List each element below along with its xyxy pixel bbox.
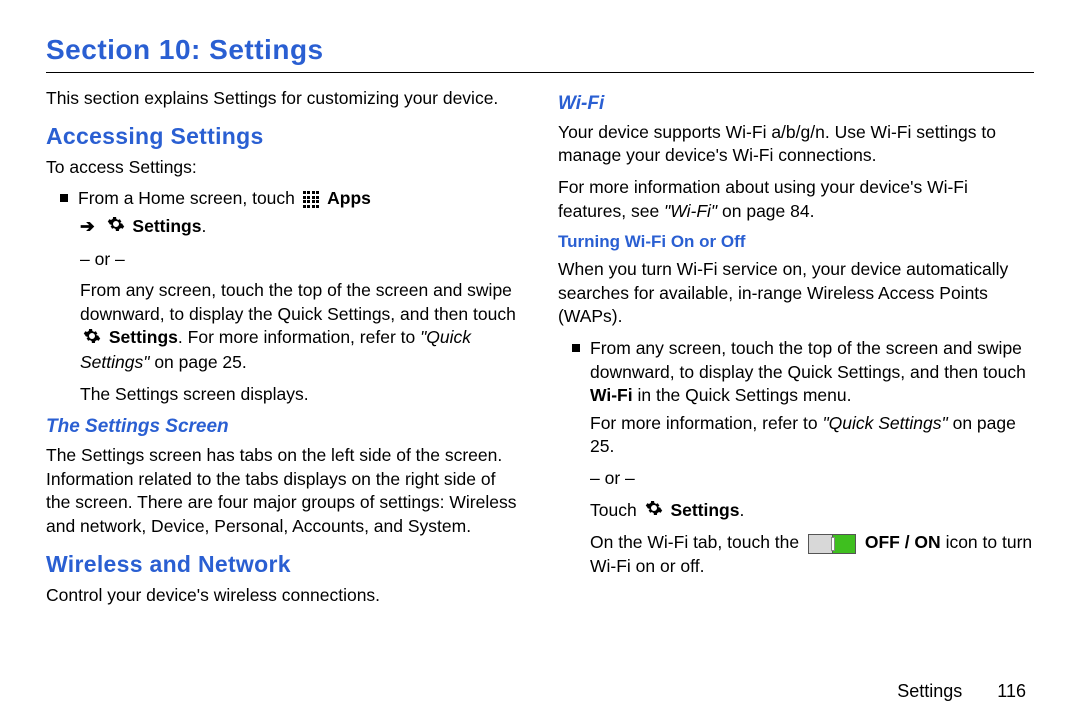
settings-label: Settings <box>132 216 201 236</box>
wifi-p2b: on page 84. <box>717 201 814 221</box>
wifi-step-a: From any screen, touch the top of the sc… <box>590 338 1026 382</box>
arrow-icon: ➔ <box>80 216 95 236</box>
right-column: Wi-Fi Your device supports Wi-Fi a/b/g/n… <box>558 83 1034 615</box>
wifi-toggle-body: When you turn Wi-Fi service on, your dev… <box>558 258 1034 329</box>
or-divider: – or – <box>80 248 522 272</box>
apps-grid-icon <box>303 191 320 208</box>
settings-label-3: Settings <box>670 500 739 520</box>
gear-icon <box>83 327 101 352</box>
settings-displays: The Settings screen displays. <box>80 383 522 407</box>
period2: . <box>739 500 744 520</box>
divider <box>46 72 1034 73</box>
settings-label-2: Settings <box>109 327 178 347</box>
wireless-body: Control your device's wireless connectio… <box>46 584 522 608</box>
touch-word: Touch <box>590 500 642 520</box>
wifi-step-b: in the Quick Settings menu. <box>633 385 852 405</box>
footer-page-number: 116 <box>997 681 1026 701</box>
gear-icon <box>107 215 125 240</box>
alt-step-a: From any screen, touch the top of the sc… <box>80 280 516 324</box>
left-column: This section explains Settings for custo… <box>46 83 522 615</box>
on-page-25: on page 25. <box>149 352 246 372</box>
bullet-square-icon <box>572 344 580 352</box>
step1-pre: From a Home screen, touch <box>78 188 300 208</box>
settings-screen-body: The Settings screen has tabs on the left… <box>46 444 522 539</box>
wifi-more-ref: "Quick Settings" <box>822 413 947 433</box>
step-1: From a Home screen, touch Apps <box>60 187 522 211</box>
wifi-p2-ref: "Wi-Fi" <box>664 201 717 221</box>
wifi-more-a: For more information, refer to <box>590 413 822 433</box>
period: . <box>201 216 206 236</box>
page-footer: Settings 116 <box>897 681 1026 702</box>
or-divider-2: – or – <box>590 467 1034 491</box>
heading-settings-screen: The Settings Screen <box>46 414 522 440</box>
wifi-p1: Your device supports Wi-Fi a/b/g/n. Use … <box>558 121 1034 168</box>
heading-accessing-settings: Accessing Settings <box>46 121 522 152</box>
apps-label: Apps <box>327 188 371 208</box>
wifi-bold: Wi-Fi <box>590 385 633 405</box>
footer-label: Settings <box>897 681 962 701</box>
on-off-toggle-icon <box>808 534 856 554</box>
heading-wifi: Wi-Fi <box>558 91 1034 117</box>
access-lead: To access Settings: <box>46 156 522 180</box>
offon-label: OFF / ON <box>865 532 941 552</box>
intro-text: This section explains Settings for custo… <box>46 87 522 111</box>
bullet-square-icon <box>60 194 68 202</box>
alt-step-b: . For more information, refer to <box>178 327 420 347</box>
toggle-sentence-a: On the Wi-Fi tab, touch the <box>590 532 804 552</box>
gear-icon <box>645 499 663 524</box>
wifi-step: From any screen, touch the top of the sc… <box>572 337 1034 587</box>
heading-turning-wifi: Turning Wi-Fi On or Off <box>558 231 1034 254</box>
heading-wireless-network: Wireless and Network <box>46 549 522 580</box>
page-title: Section 10: Settings <box>46 34 1034 66</box>
